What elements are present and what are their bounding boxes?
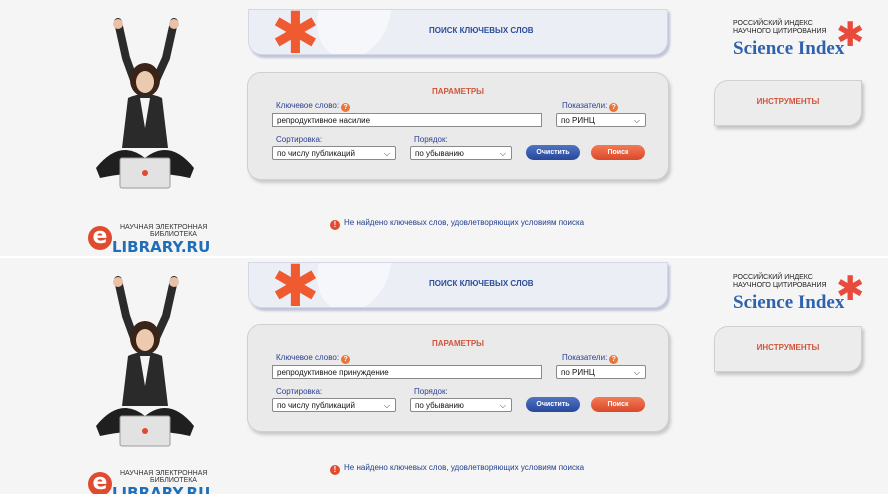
asterisk-icon: ✱ [271,9,320,55]
chevron-down-icon: ⌵ [499,401,506,410]
chevron-down-icon: ⌵ [633,116,640,125]
elibrary-brand: LIBRARY.RU [112,484,211,494]
tools-title: ИНСТРУМЕНТЫ [756,97,820,106]
sort-label: Сортировка: [276,135,323,144]
elibrary-brand: LIBRARY.RU [112,238,211,256]
help-icon[interactable]: ? [341,103,351,112]
search-button[interactable]: Поиск [591,397,645,412]
page-title-box: ✱ ПОИСК КЛЮЧЕВЫХ СЛОВ [248,262,668,308]
keyword-label: Ключевое слово:? [276,101,351,112]
keyword-input[interactable]: репродуктивное принуждение [272,365,542,379]
sort-select[interactable]: по числу публикаций ⌵ [272,146,396,160]
hero-woman-laptop-image [96,18,194,189]
parameters-box: ПАРАМЕТРЫ Ключевое слово:? репродуктивно… [247,72,669,180]
indicators-label: Показатели:? [562,101,619,112]
indicators-label: Показатели:? [562,353,619,364]
warning-icon: ! [330,220,340,230]
page-title: ПОИСК КЛЮЧЕВЫХ СЛОВ [429,26,534,35]
elibrary-logo[interactable]: e НАУЧНАЯ ЭЛЕКТРОННАЯ БИБЛИОТЕКА LIBRARY… [88,212,210,256]
help-icon[interactable]: ? [341,355,351,364]
indicators-select[interactable]: по РИНЦ ⌵ [556,365,646,379]
science-index-logo[interactable]: РОССИЙСКИЙ ИНДЕКС НАУЧНОГО ЦИТИРОВАНИЯ S… [733,269,865,324]
search-panel-2: e НАУЧНАЯ ЭЛЕКТРОННАЯ БИБЛИОТЕКА LIBRARY… [0,258,888,494]
help-icon[interactable]: ? [609,103,619,112]
elibrary-e-icon: e [88,472,112,494]
indicators-select[interactable]: по РИНЦ ⌵ [556,113,646,127]
chevron-down-icon: ⌵ [633,368,640,377]
hero-woman-laptop-image [96,276,194,447]
order-select[interactable]: по убыванию ⌵ [410,398,512,412]
page-title-box: ✱ ПОИСК КЛЮЧЕВЫХ СЛОВ [248,9,668,55]
tools-box[interactable]: ИНСТРУМЕНТЫ [714,80,862,126]
science-index-brand: Science Index [733,38,845,59]
order-label: Порядок: [414,387,448,396]
parameters-title: ПАРАМЕТРЫ [432,339,484,348]
parameters-box: ПАРАМЕТРЫ Ключевое слово:? репродуктивно… [247,324,669,432]
science-index-brand: Science Index [733,292,845,313]
search-panel-1: e НАУЧНАЯ ЭЛЕКТРОННАЯ БИБЛИОТЕКА LIBRARY… [0,0,888,256]
tools-title: ИНСТРУМЕНТЫ [756,343,820,352]
chevron-down-icon: ⌵ [383,149,390,158]
page-title: ПОИСК КЛЮЧЕВЫХ СЛОВ [429,279,534,288]
elibrary-e-icon: e [88,226,112,250]
asterisk-icon: ✱ [271,262,320,308]
elibrary-logo[interactable]: e НАУЧНАЯ ЭЛЕКТРОННАЯ БИБЛИОТЕКА LIBRARY… [88,458,211,494]
search-button[interactable]: Поиск [591,145,645,160]
science-index-asterisk-icon: ✱ [836,15,865,55]
no-results-message: ! Не найдено ключевых слов, удовлетворяющ… [330,218,584,230]
sort-select[interactable]: по числу публикаций ⌵ [272,398,396,412]
clear-button[interactable]: Очистить [526,145,580,160]
order-select[interactable]: по убыванию ⌵ [410,146,512,160]
sort-label: Сортировка: [276,387,323,396]
warning-icon: ! [330,465,340,475]
no-results-message: ! Не найдено ключевых слов, удовлетворяющ… [330,463,584,475]
science-index-logo[interactable]: РОССИЙСКИЙ ИНДЕКС НАУЧНОГО ЦИТИРОВАНИЯ S… [733,15,865,70]
tools-box[interactable]: ИНСТРУМЕНТЫ [714,326,862,372]
chevron-down-icon: ⌵ [383,401,390,410]
parameters-title: ПАРАМЕТРЫ [432,87,484,96]
order-label: Порядок: [414,135,448,144]
science-index-asterisk-icon: ✱ [836,269,865,309]
clear-button[interactable]: Очистить [526,397,580,412]
keyword-input[interactable]: репродуктивное насилие [272,113,542,127]
chevron-down-icon: ⌵ [499,149,506,158]
keyword-label: Ключевое слово:? [276,353,351,364]
help-icon[interactable]: ? [609,355,619,364]
